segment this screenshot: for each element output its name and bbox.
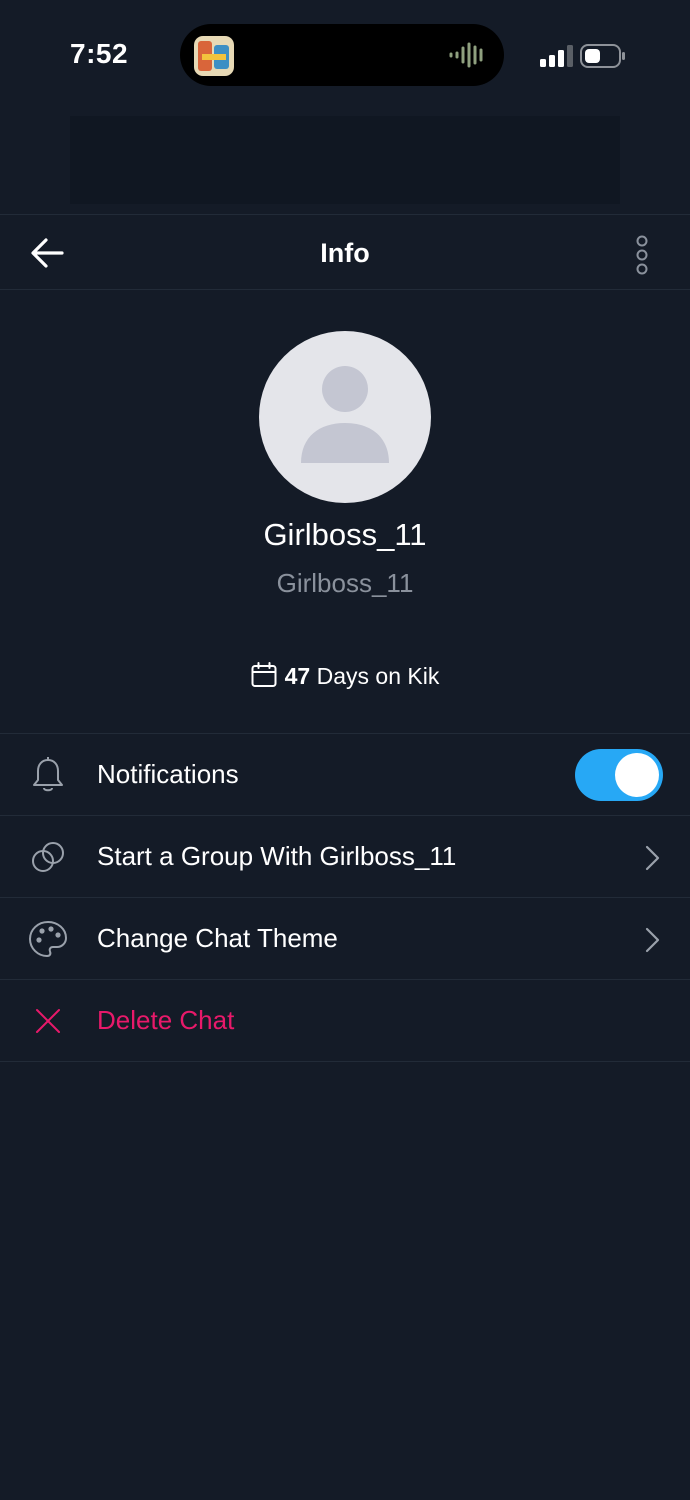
change-theme-label: Change Chat Theme [97, 923, 338, 953]
days-count: 47 [284, 663, 311, 689]
page-title: Info [320, 238, 370, 268]
dynamic-island[interactable] [180, 24, 504, 86]
status-time: 7:52 [70, 38, 129, 69]
calendar-icon [251, 662, 277, 687]
audio-waveform-icon [449, 42, 483, 68]
cellular-signal-icon [540, 45, 573, 67]
chevron-right-icon [645, 845, 660, 871]
notifications-label: Notifications [97, 759, 239, 789]
more-vertical-icon[interactable] [630, 235, 654, 275]
group-circles-icon [32, 842, 64, 872]
settings-list: Notifications Start a Group With Girlbos… [0, 733, 690, 1062]
top-bar: Info [0, 214, 690, 290]
toggle-knob [615, 753, 659, 797]
start-group-label: Start a Group With Girlboss_11 [97, 841, 457, 871]
delete-chat-row[interactable]: Delete Chat [0, 980, 690, 1062]
bell-icon [33, 757, 63, 792]
close-icon [36, 1009, 60, 1033]
username: Girlboss_11 [276, 568, 414, 598]
delete-chat-label: Delete Chat [97, 1005, 235, 1035]
chevron-right-icon [645, 927, 660, 953]
now-playing-app-icon[interactable] [194, 36, 234, 76]
battery-icon [580, 44, 625, 68]
change-theme-row[interactable]: Change Chat Theme [0, 898, 690, 980]
avatar[interactable] [259, 331, 431, 503]
screen: 7:52 Info Girlboss_11 Girlboss_11 47 Day… [0, 0, 690, 1500]
start-group-row[interactable]: Start a Group With Girlboss_11 [0, 816, 690, 898]
ad-banner[interactable] [70, 116, 620, 204]
notifications-row: Notifications [0, 734, 690, 816]
default-user-icon [301, 366, 389, 463]
display-name: Girlboss_11 [263, 517, 427, 552]
notifications-toggle[interactable] [575, 749, 663, 801]
days-suffix: Days on Kik [316, 663, 440, 689]
palette-icon [29, 921, 67, 957]
days-on-kik: 47 Days on Kik [0, 662, 690, 690]
